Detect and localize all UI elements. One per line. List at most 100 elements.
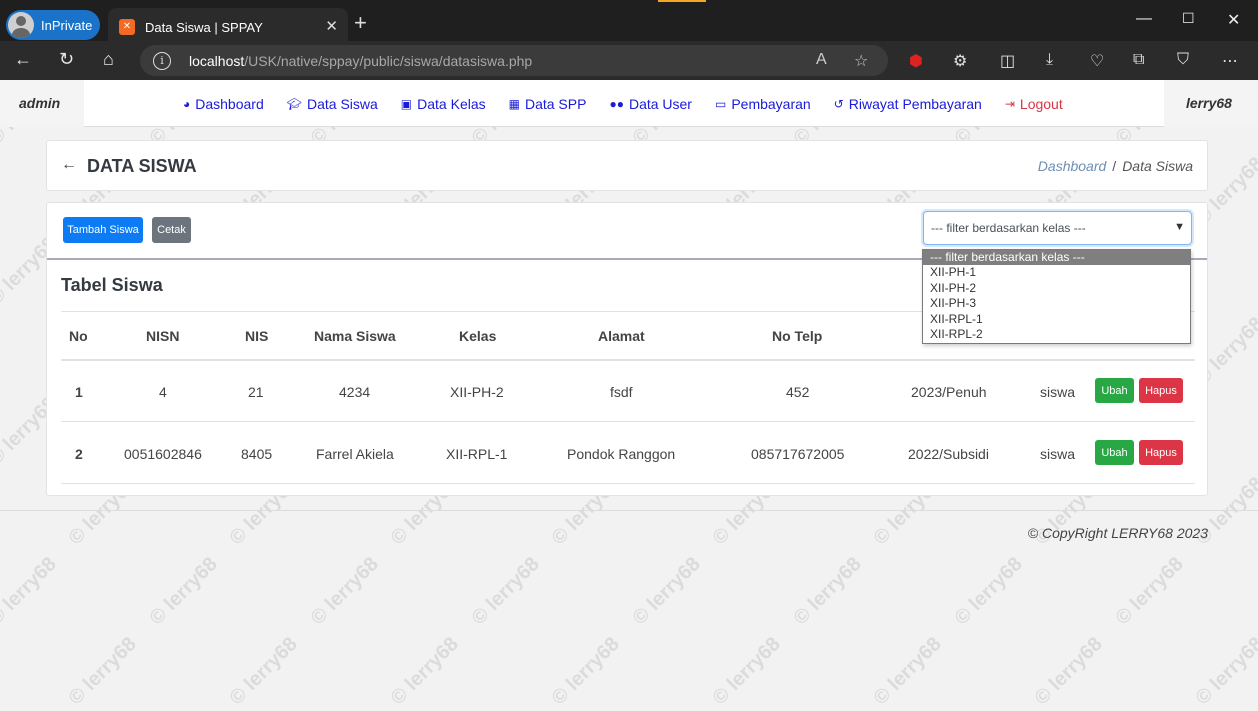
class-filter-dropdown: --- filter berdasarkan kelas --- XII-PH-…: [922, 249, 1191, 344]
tachometer-icon: ◕: [183, 96, 191, 111]
cell-spp: 2022/Subsidi: [908, 446, 989, 462]
performance-icon[interactable]: ♡: [1090, 51, 1104, 71]
dropdown-option[interactable]: XII-PH-3: [923, 296, 1190, 311]
read-aloud-icon[interactable]: A: [816, 51, 827, 69]
extensions-icon[interactable]: ⚙: [953, 51, 967, 71]
chevron-down-icon: ▼: [1174, 221, 1185, 233]
header-divider: [61, 359, 1195, 361]
column-header-kelas: Kelas: [459, 328, 497, 344]
filter-selected-value: --- filter berdasarkan kelas ---: [931, 221, 1086, 235]
cell-nis: 8405: [241, 446, 273, 462]
back-arrow-icon[interactable]: ←: [14, 49, 32, 70]
edit-button[interactable]: Ubah: [1095, 440, 1134, 465]
delete-button[interactable]: Hapus: [1139, 378, 1183, 403]
username-label: lerry68: [1164, 80, 1258, 127]
dropdown-option[interactable]: XII-RPL-1: [923, 312, 1190, 327]
dropdown-option[interactable]: XII-PH-1: [923, 265, 1190, 280]
nav-pembayaran[interactable]: ▭ Pembayaran: [715, 96, 811, 112]
nav-data-kelas[interactable]: ▣ Data Kelas: [401, 96, 486, 112]
users-icon: ●●: [609, 96, 624, 111]
nav-data-siswa[interactable]: 🎓︎ Data Siswa: [287, 96, 378, 112]
page-title: DATA SISWA: [87, 156, 197, 176]
edit-button[interactable]: Ubah: [1095, 378, 1134, 403]
print-button[interactable]: Cetak: [152, 217, 191, 243]
row-divider: [61, 483, 1195, 484]
site-navbar: admin ◕ Dashboard 🎓︎ Data Siswa ▣ Data Kela…: [0, 80, 1258, 127]
more-menu-icon[interactable]: ⋯: [1222, 51, 1238, 71]
nav-label: Riwayat Pembayaran: [848, 95, 982, 112]
web-capture-icon[interactable]: ⧉: [1133, 51, 1144, 69]
watermark-text: © lerry68: [789, 552, 866, 630]
table-icon: ▦: [508, 96, 520, 111]
favorite-star-icon[interactable]: ☆: [854, 51, 868, 71]
url-host: localhost: [189, 52, 245, 69]
cell-spp: 2023/Penuh: [911, 384, 987, 400]
new-tab-icon[interactable]: +: [354, 10, 367, 36]
column-header-nama: Nama Siswa: [314, 328, 396, 344]
cell-telp: 085717672005: [751, 446, 845, 462]
row-divider: [61, 421, 1195, 422]
nav-label: Dashboard: [195, 95, 264, 112]
nav-logout[interactable]: ⇥ Logout: [1005, 96, 1063, 112]
cell-nama: 4234: [339, 384, 371, 400]
split-screen-icon[interactable]: ◫: [1000, 51, 1015, 71]
watermark-text: © lerry68: [64, 632, 141, 710]
cell-user: siswa: [1040, 384, 1076, 400]
nav-riwayat-pembayaran[interactable]: ↺ Riwayat Pembayaran: [834, 96, 982, 112]
tab-title: Data Siswa | SPPAY: [145, 19, 263, 35]
browser-address-bar: ← ↻ ⌂ i localhost/USK/native/sppay/publi…: [0, 41, 1258, 80]
back-arrow-icon[interactable]: ←: [61, 156, 77, 174]
class-filter-select[interactable]: --- filter berdasarkan kelas --- ▼: [923, 211, 1192, 245]
watermark-text: © lerry68: [628, 552, 705, 630]
nav-label: Data User: [628, 95, 692, 112]
breadcrumb-dashboard[interactable]: Dashboard: [1038, 158, 1107, 174]
browser-tab-bar: InPrivate ✕ Data Siswa | SPPAY ✕ + — ☐ ✕: [0, 0, 1258, 46]
inprivate-badge[interactable]: InPrivate: [6, 10, 100, 40]
nav-dashboard[interactable]: ◕ Dashboard: [183, 96, 264, 112]
cell-no: 1: [75, 384, 83, 400]
money-icon: ▭: [714, 96, 727, 111]
nav-data-spp[interactable]: ▦ Data SPP: [509, 96, 587, 112]
refresh-icon[interactable]: ↻: [59, 49, 74, 70]
cell-no: 2: [75, 446, 83, 462]
ublock-icon[interactable]: ⬢: [909, 51, 923, 71]
add-student-button[interactable]: Tambah Siswa: [63, 217, 143, 243]
watermark-text: © lerry68: [145, 552, 222, 630]
close-window-icon[interactable]: ✕: [1227, 10, 1240, 30]
dropdown-option[interactable]: XII-RPL-2: [923, 327, 1190, 342]
home-icon[interactable]: ⌂: [103, 49, 114, 70]
nav-label: Data Kelas: [417, 95, 486, 112]
id-badge-icon: ▣: [400, 96, 413, 111]
watermark-text: © lerry68: [306, 552, 383, 630]
site-info-icon[interactable]: i: [153, 51, 171, 70]
cell-nis: 21: [248, 384, 264, 400]
footer-divider: [0, 510, 1258, 511]
downloads-icon[interactable]: ⤓: [1046, 51, 1053, 69]
url-field[interactable]: i localhost/USK/native/sppay/public/sisw…: [140, 45, 888, 76]
nav-label: Data SPP: [524, 95, 587, 112]
cell-alamat: fsdf: [610, 384, 633, 400]
breadcrumb: Dashboard / Data Siswa: [1038, 158, 1193, 174]
history-icon: ↺: [833, 96, 844, 111]
browser-essentials-icon[interactable]: ⛉: [1177, 51, 1189, 69]
students-card: Tambah Siswa Cetak --- filter berdasarka…: [46, 202, 1208, 496]
watermark-text: © lerry68: [950, 552, 1027, 630]
watermark-text: © lerry68: [0, 552, 61, 630]
watermark-text: © lerry68: [1111, 552, 1188, 630]
delete-button[interactable]: Hapus: [1139, 440, 1183, 465]
dropdown-option[interactable]: XII-PH-2: [923, 281, 1190, 296]
column-header-no: No: [69, 328, 88, 344]
column-header-nis: NIS: [245, 328, 269, 344]
breadcrumb-current: Data Siswa: [1122, 158, 1193, 174]
nav-data-user[interactable]: ●● Data User: [609, 96, 692, 112]
maximize-icon[interactable]: ☐: [1182, 10, 1195, 27]
watermark-text: © lerry68: [547, 632, 624, 710]
column-header-telp: No Telp: [772, 328, 823, 344]
cell-kelas: XII-RPL-1: [446, 446, 508, 462]
close-tab-icon[interactable]: ✕: [325, 17, 338, 35]
dropdown-option[interactable]: --- filter berdasarkan kelas ---: [923, 250, 1190, 266]
cell-kelas: XII-PH-2: [450, 384, 504, 400]
minimize-icon[interactable]: —: [1136, 10, 1152, 28]
watermark-text: © lerry68: [225, 632, 302, 710]
cell-nisn: 0051602846: [124, 446, 202, 462]
